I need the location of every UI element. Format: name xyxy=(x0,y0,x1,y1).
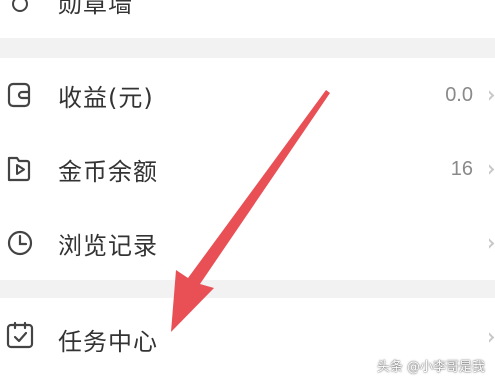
wallet-icon xyxy=(5,80,35,110)
menu-label: 浏览记录 xyxy=(58,231,158,260)
chevron-right-icon xyxy=(489,88,495,102)
clock-icon xyxy=(5,228,35,258)
play-coin-icon xyxy=(5,154,35,184)
menu-label: 勋章墙 xyxy=(58,0,133,18)
menu-item-earnings[interactable]: 收益(元) 0.0 xyxy=(0,58,495,132)
section-divider xyxy=(0,280,495,298)
menu-label: 金币余额 xyxy=(58,157,158,186)
task-clipboard-icon xyxy=(5,320,35,350)
medal-icon xyxy=(5,0,35,14)
menu-item-coin-balance[interactable]: 金币余额 16 xyxy=(0,132,495,206)
section-divider xyxy=(0,38,495,58)
coin-balance-value: 16 xyxy=(450,157,473,180)
earnings-value: 0.0 xyxy=(445,83,473,106)
chevron-right-icon xyxy=(489,162,495,176)
menu-item-medal-wall[interactable]: 勋章墙 xyxy=(0,0,495,26)
menu-label: 收益(元) xyxy=(58,83,154,112)
menu-label: 任务中心 xyxy=(58,328,158,356)
chevron-right-icon xyxy=(489,330,495,344)
watermark: 头条 @小李哥是我 xyxy=(376,360,485,375)
chevron-right-icon xyxy=(489,236,495,250)
menu-item-history[interactable]: 浏览记录 xyxy=(0,206,495,280)
